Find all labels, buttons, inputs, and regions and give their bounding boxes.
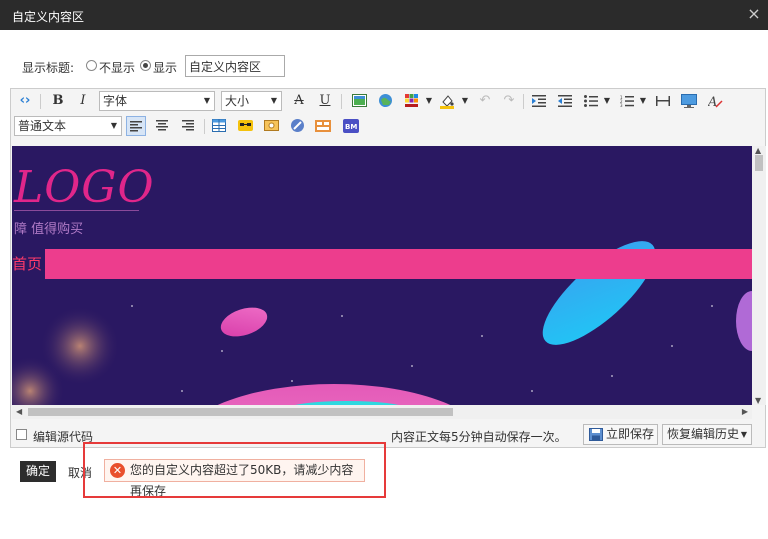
scroll-left-icon[interactable]: ◀ xyxy=(16,407,22,416)
chevron-down-icon[interactable]: ▼ xyxy=(633,91,653,111)
italic-icon[interactable]: I xyxy=(73,91,93,111)
indent-icon[interactable] xyxy=(529,91,549,111)
chevron-down-icon: ▼ xyxy=(203,96,210,105)
preview-slogan: 障 值得购买 xyxy=(14,222,84,237)
map-icon[interactable] xyxy=(375,91,395,111)
save-now-button[interactable]: 立即保存 xyxy=(583,424,658,445)
background-color-icon[interactable] xyxy=(437,91,457,111)
svg-text:BM: BM xyxy=(345,123,357,131)
scroll-right-icon[interactable]: ▶ xyxy=(742,407,748,416)
media-icon[interactable] xyxy=(679,91,699,111)
paragraph-format-value: 普通文本 xyxy=(18,119,67,133)
preview-nav-home: 首页 xyxy=(12,255,43,273)
bold-icon[interactable]: B xyxy=(48,91,68,111)
title-input[interactable] xyxy=(185,55,285,77)
font-size-value: 大小 xyxy=(225,94,250,108)
outdent-icon[interactable] xyxy=(555,91,575,111)
error-highlight-box xyxy=(83,442,386,498)
horizontal-scroll-thumb[interactable] xyxy=(28,408,453,416)
autosave-note: 内容正文每5分钟自动保存一次。 xyxy=(391,430,567,444)
align-center-icon[interactable] xyxy=(152,116,172,136)
restore-history-dropdown[interactable]: 恢复编辑历史 ▼ xyxy=(662,424,752,445)
dialog-title: 自定义内容区 xyxy=(12,10,85,24)
save-now-label: 立即保存 xyxy=(606,427,655,441)
text-color-icon[interactable] xyxy=(401,91,421,111)
paragraph-format-select[interactable]: 普通文本 ▼ xyxy=(14,116,122,136)
confirm-button[interactable]: 确定 xyxy=(20,461,56,482)
preview-nav-bar xyxy=(45,249,752,279)
close-icon[interactable]: × xyxy=(746,5,762,23)
chevron-down-icon[interactable]: ▼ xyxy=(455,91,475,111)
template-icon[interactable] xyxy=(313,116,333,136)
scroll-down-icon[interactable]: ▼ xyxy=(755,396,761,405)
image-icon[interactable] xyxy=(349,91,369,111)
underline-icon[interactable]: U xyxy=(315,91,335,111)
rich-text-editor: ‹› B I 字体 ▼ 大小 ▼ A U ▼ ▼ ↶ ↷ ▼ 123 ▼ A 普… xyxy=(10,88,766,448)
dialog-titlebar: 自定义内容区 × xyxy=(0,0,768,30)
bm-icon[interactable]: BM xyxy=(341,116,361,136)
editor-content-area[interactable]: 首页 LOGO 障 值得购买 xyxy=(12,146,752,405)
preview-logo: LOGO xyxy=(14,162,155,213)
scroll-up-icon[interactable]: ▲ xyxy=(755,146,761,155)
radio-hide-title[interactable] xyxy=(86,60,97,71)
vertical-scroll-thumb[interactable] xyxy=(755,155,763,171)
table-icon[interactable] xyxy=(209,116,229,136)
radio-show-title[interactable] xyxy=(140,60,151,71)
redo-icon[interactable]: ↷ xyxy=(499,91,519,111)
radio-show-title-label: 显示 xyxy=(153,61,178,75)
floppy-disk-icon xyxy=(589,428,603,441)
toolbar-row-1: ‹› B I 字体 ▼ 大小 ▼ A U ▼ ▼ ↶ ↷ ▼ 123 ▼ A xyxy=(11,89,765,114)
svg-text:3: 3 xyxy=(620,103,623,107)
clear-format-icon[interactable]: A xyxy=(705,91,725,111)
font-size-select[interactable]: 大小 ▼ xyxy=(221,91,282,111)
undo-icon[interactable]: ↶ xyxy=(475,91,495,111)
custom-content-dialog: 自定义内容区 × 显示标题: 不显示 显示 ‹› B I 字体 ▼ 大小 ▼ A U… xyxy=(0,0,768,539)
chevron-down-icon[interactable]: ▼ xyxy=(419,91,439,111)
chevron-down-icon: ▼ xyxy=(740,430,747,439)
restore-history-label: 恢复编辑历史 xyxy=(667,427,740,441)
logo-underline xyxy=(14,210,139,211)
chevron-down-icon[interactable]: ▼ xyxy=(597,91,617,111)
show-title-label: 显示标题: xyxy=(22,61,75,75)
horizontal-rule-icon[interactable] xyxy=(653,91,673,111)
chevron-down-icon: ▼ xyxy=(110,121,117,130)
strikethrough-icon[interactable]: A xyxy=(289,91,309,111)
horizontal-scrollbar[interactable]: ◀ ▶ xyxy=(12,405,752,419)
radio-hide-title-label: 不显示 xyxy=(99,61,136,75)
vertical-scrollbar[interactable]: ▲ ▼ xyxy=(752,146,766,405)
title-visibility-row: 显示标题: 不显示 显示 xyxy=(22,55,322,77)
font-family-select[interactable]: 字体 ▼ xyxy=(99,91,215,111)
toolbar-row-2: 普通文本 ▼ BM xyxy=(11,114,765,139)
align-left-icon[interactable] xyxy=(126,116,146,136)
emoticon-icon[interactable] xyxy=(235,116,255,136)
flash-icon[interactable] xyxy=(261,116,281,136)
source-icon[interactable]: ‹› xyxy=(15,91,35,111)
align-right-icon[interactable] xyxy=(178,116,198,136)
font-family-value: 字体 xyxy=(103,94,128,108)
link-icon[interactable] xyxy=(287,116,307,136)
edit-source-checkbox[interactable] xyxy=(16,429,27,440)
chevron-down-icon: ▼ xyxy=(270,96,277,105)
